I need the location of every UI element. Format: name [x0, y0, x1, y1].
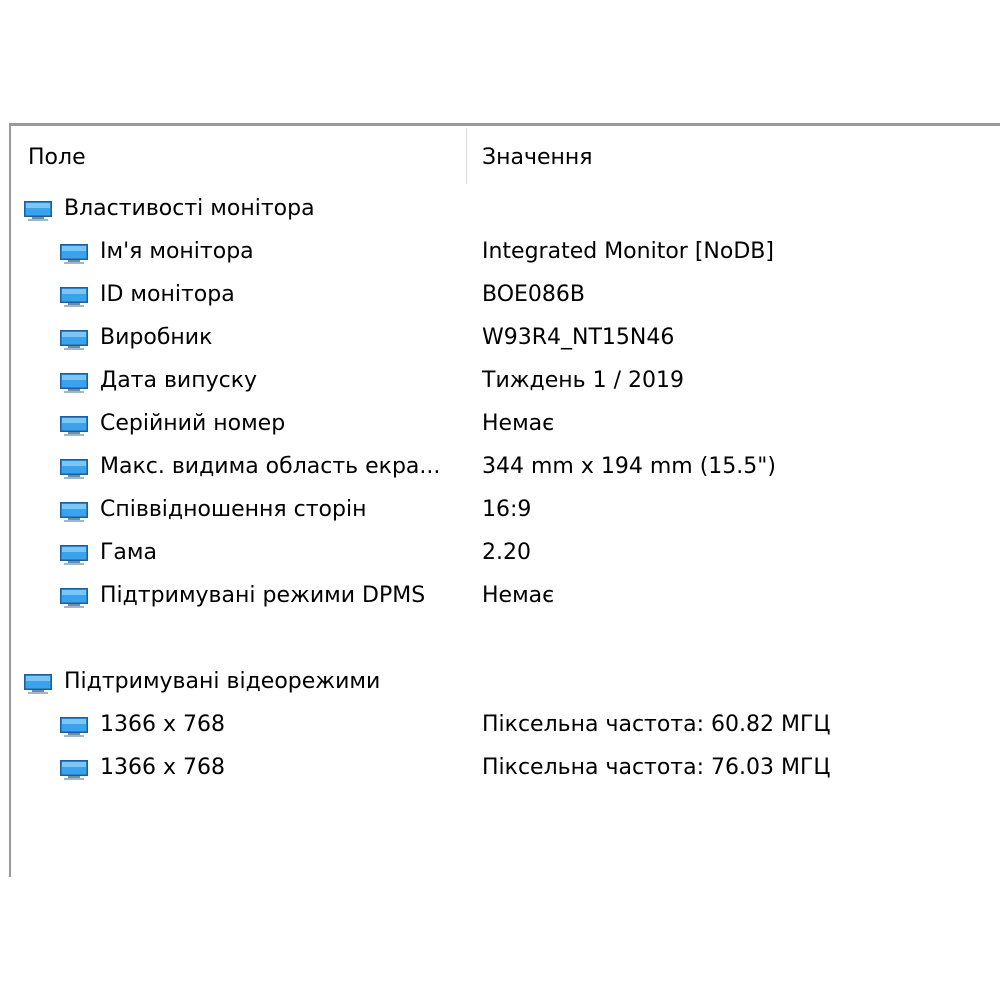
column-divider[interactable]: [466, 128, 467, 184]
group-title: Властивості монітора: [64, 196, 315, 221]
monitor-icon: [60, 244, 88, 264]
monitor-icon: [24, 201, 52, 221]
field-value: Немає: [482, 583, 555, 608]
field-value: BOE086B: [482, 282, 586, 307]
field-label: Підтримувані режими DPMS: [100, 583, 426, 608]
field-value: 16:9: [482, 497, 532, 522]
field-label: 1366 x 768: [100, 755, 225, 780]
list-item[interactable]: 1366 x 768 Піксельна частота: 60.82 МГЦ: [11, 706, 1000, 746]
field-value: Піксельна частота: 60.82 МГЦ: [482, 712, 831, 737]
monitor-icon: [60, 373, 88, 393]
field-value: W93R4_NT15N46: [482, 325, 675, 350]
column-header-field[interactable]: Поле: [28, 144, 86, 172]
field-value: Integrated Monitor [NoDB]: [482, 239, 774, 264]
list-item[interactable]: Виробник W93R4_NT15N46: [11, 319, 1000, 359]
field-label: 1366 x 768: [100, 712, 225, 737]
monitor-icon: [60, 287, 88, 307]
field-label: Співвідношення сторін: [100, 497, 367, 522]
properties-table: Поле Значення Властивості монітора Ім'я …: [9, 123, 1000, 877]
list-item[interactable]: Підтримувані режими DPMS Немає: [11, 577, 1000, 617]
column-header-value[interactable]: Значення: [482, 144, 593, 172]
monitor-icon: [60, 416, 88, 436]
monitor-icon: [24, 674, 52, 694]
field-value: Піксельна частота: 76.03 МГЦ: [482, 755, 831, 780]
list-item[interactable]: Співвідношення сторін 16:9: [11, 491, 1000, 531]
field-label: Ім'я монітора: [100, 239, 254, 264]
field-value: Немає: [482, 411, 555, 436]
field-label: Дата випуску: [100, 368, 258, 393]
group-monitor-properties[interactable]: Властивості монітора: [11, 190, 1000, 230]
group-supported-video-modes[interactable]: Підтримувані відеорежими: [11, 663, 1000, 703]
monitor-icon: [60, 459, 88, 479]
field-value: Тиждень 1 / 2019: [482, 368, 685, 393]
monitor-icon: [60, 588, 88, 608]
monitor-icon: [60, 545, 88, 565]
field-label: Макс. видима область екра...: [100, 454, 441, 479]
list-item[interactable]: Гама 2.20: [11, 534, 1000, 574]
field-label: Гама: [100, 540, 157, 565]
monitor-icon: [60, 760, 88, 780]
table-header: Поле Значення: [11, 126, 1000, 184]
monitor-icon: [60, 717, 88, 737]
field-value: 2.20: [482, 540, 531, 565]
field-label: Виробник: [100, 325, 213, 350]
monitor-icon: [60, 330, 88, 350]
list-item[interactable]: Дата випуску Тиждень 1 / 2019: [11, 362, 1000, 402]
group-title: Підтримувані відеорежими: [64, 669, 381, 694]
list-item[interactable]: Ім'я монітора Integrated Monitor [NoDB]: [11, 233, 1000, 273]
list-item[interactable]: ID монітора BOE086B: [11, 276, 1000, 316]
list-item[interactable]: Макс. видима область екра... 344 mm x 19…: [11, 448, 1000, 488]
field-label: Серійний номер: [100, 411, 286, 436]
field-label: ID монітора: [100, 282, 235, 307]
list-item[interactable]: Серійний номер Немає: [11, 405, 1000, 445]
field-value: 344 mm x 194 mm (15.5"): [482, 454, 776, 479]
monitor-icon: [60, 502, 88, 522]
list-item[interactable]: 1366 x 768 Піксельна частота: 76.03 МГЦ: [11, 749, 1000, 789]
